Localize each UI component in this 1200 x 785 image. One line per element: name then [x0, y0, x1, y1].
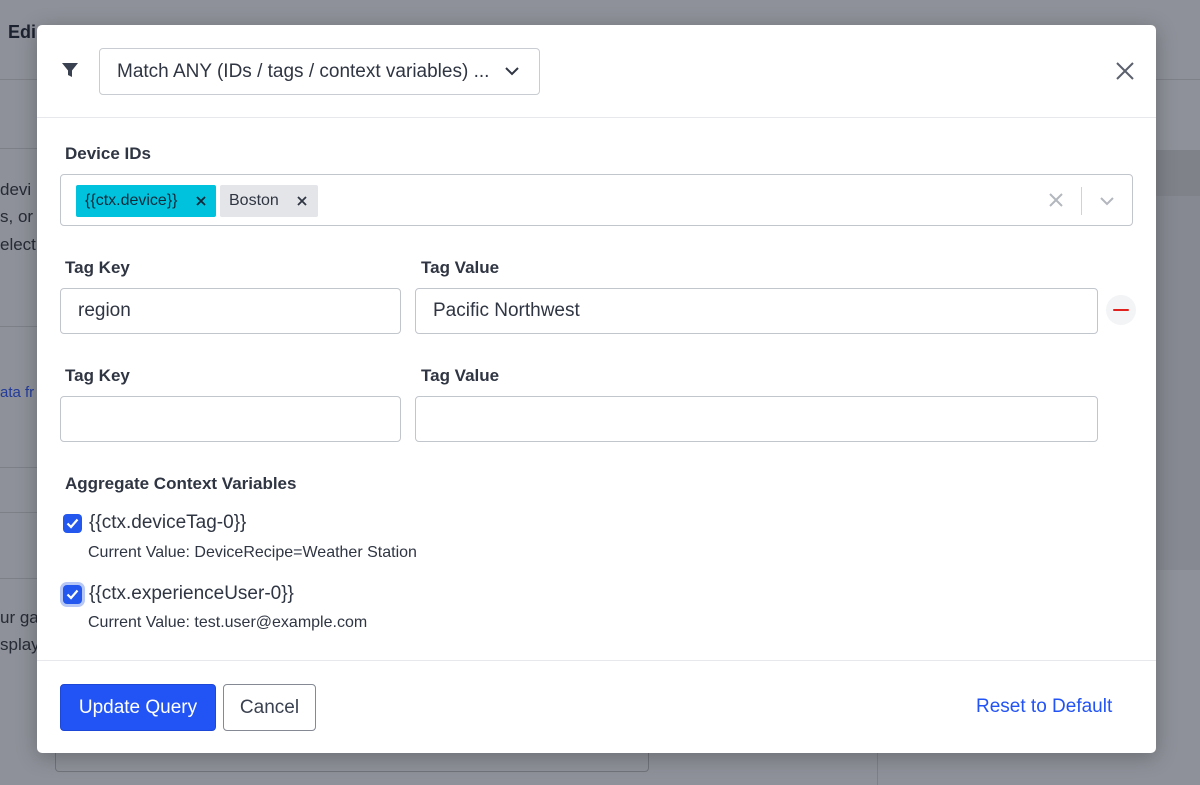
- background-divider: [0, 326, 37, 327]
- tag-key-input[interactable]: [60, 396, 401, 442]
- tag-value-input[interactable]: Pacific Northwest: [415, 288, 1098, 334]
- chip-label: {{ctx.device}}: [85, 192, 178, 209]
- context-variable-checkbox[interactable]: [63, 514, 82, 533]
- device-ids-multiselect[interactable]: {{ctx.device}} Boston: [60, 174, 1133, 226]
- chip-label: Boston: [229, 192, 279, 209]
- tag-value-input[interactable]: [415, 396, 1098, 442]
- query-modal: Match ANY (IDs / tags / context variable…: [37, 25, 1156, 753]
- clear-all-icon[interactable]: [1045, 189, 1067, 211]
- context-variable-current-value: Current Value: DeviceRecipe=Weather Stat…: [88, 544, 417, 561]
- background-text: s, or: [0, 207, 34, 226]
- device-chip: {{ctx.device}}: [76, 185, 216, 217]
- cancel-button[interactable]: Cancel: [223, 684, 316, 731]
- context-variable-current-value: Current Value: test.user@example.com: [88, 614, 368, 631]
- device-ids-label: Device IDs: [65, 144, 151, 163]
- background-divider: [0, 148, 37, 149]
- modal-footer: Update Query Cancel Reset to Default: [37, 660, 1156, 753]
- match-mode-select[interactable]: Match ANY (IDs / tags / context variable…: [99, 48, 540, 95]
- context-variable-checkbox[interactable]: [63, 585, 82, 604]
- background-divider: [0, 512, 37, 513]
- chip-remove-icon[interactable]: [291, 190, 313, 212]
- context-variable-name: {{ctx.deviceTag-0}}: [89, 512, 247, 533]
- tag-value-label: Tag Value: [421, 258, 500, 277]
- reset-to-default-link[interactable]: Reset to Default: [976, 696, 1112, 718]
- modal-header: Match ANY (IDs / tags / context variable…: [37, 25, 1156, 118]
- background-text: ur ga: [0, 608, 39, 627]
- device-chip: Boston: [220, 185, 318, 217]
- background-divider: [0, 578, 37, 579]
- close-icon[interactable]: [1114, 60, 1136, 82]
- remove-tag-button[interactable]: [1106, 295, 1136, 325]
- multiselect-separator: [1081, 187, 1082, 215]
- update-query-button[interactable]: Update Query: [60, 684, 216, 731]
- chevron-down-icon[interactable]: [1096, 190, 1118, 212]
- chevron-down-icon: [505, 67, 519, 76]
- tag-key-input[interactable]: region: [60, 288, 401, 334]
- background-title: Edi: [8, 22, 37, 42]
- checkmark-icon: [66, 518, 79, 529]
- background-text: splay: [0, 635, 40, 654]
- background-text: elect: [0, 235, 36, 254]
- background-text: devi: [0, 180, 32, 199]
- tag-value-label: Tag Value: [421, 366, 500, 385]
- aggregate-label: Aggregate Context Variables: [65, 474, 297, 493]
- background-divider: [0, 467, 37, 468]
- match-mode-value: Match ANY (IDs / tags / context variable…: [117, 60, 490, 82]
- checkmark-icon: [66, 589, 79, 600]
- context-variable-name: {{ctx.experienceUser-0}}: [89, 583, 294, 604]
- tag-key-label: Tag Key: [65, 366, 130, 385]
- filter-icon: [62, 63, 78, 77]
- chip-remove-icon[interactable]: [190, 190, 212, 212]
- tag-key-label: Tag Key: [65, 258, 130, 277]
- background-link: ata fr: [0, 384, 35, 401]
